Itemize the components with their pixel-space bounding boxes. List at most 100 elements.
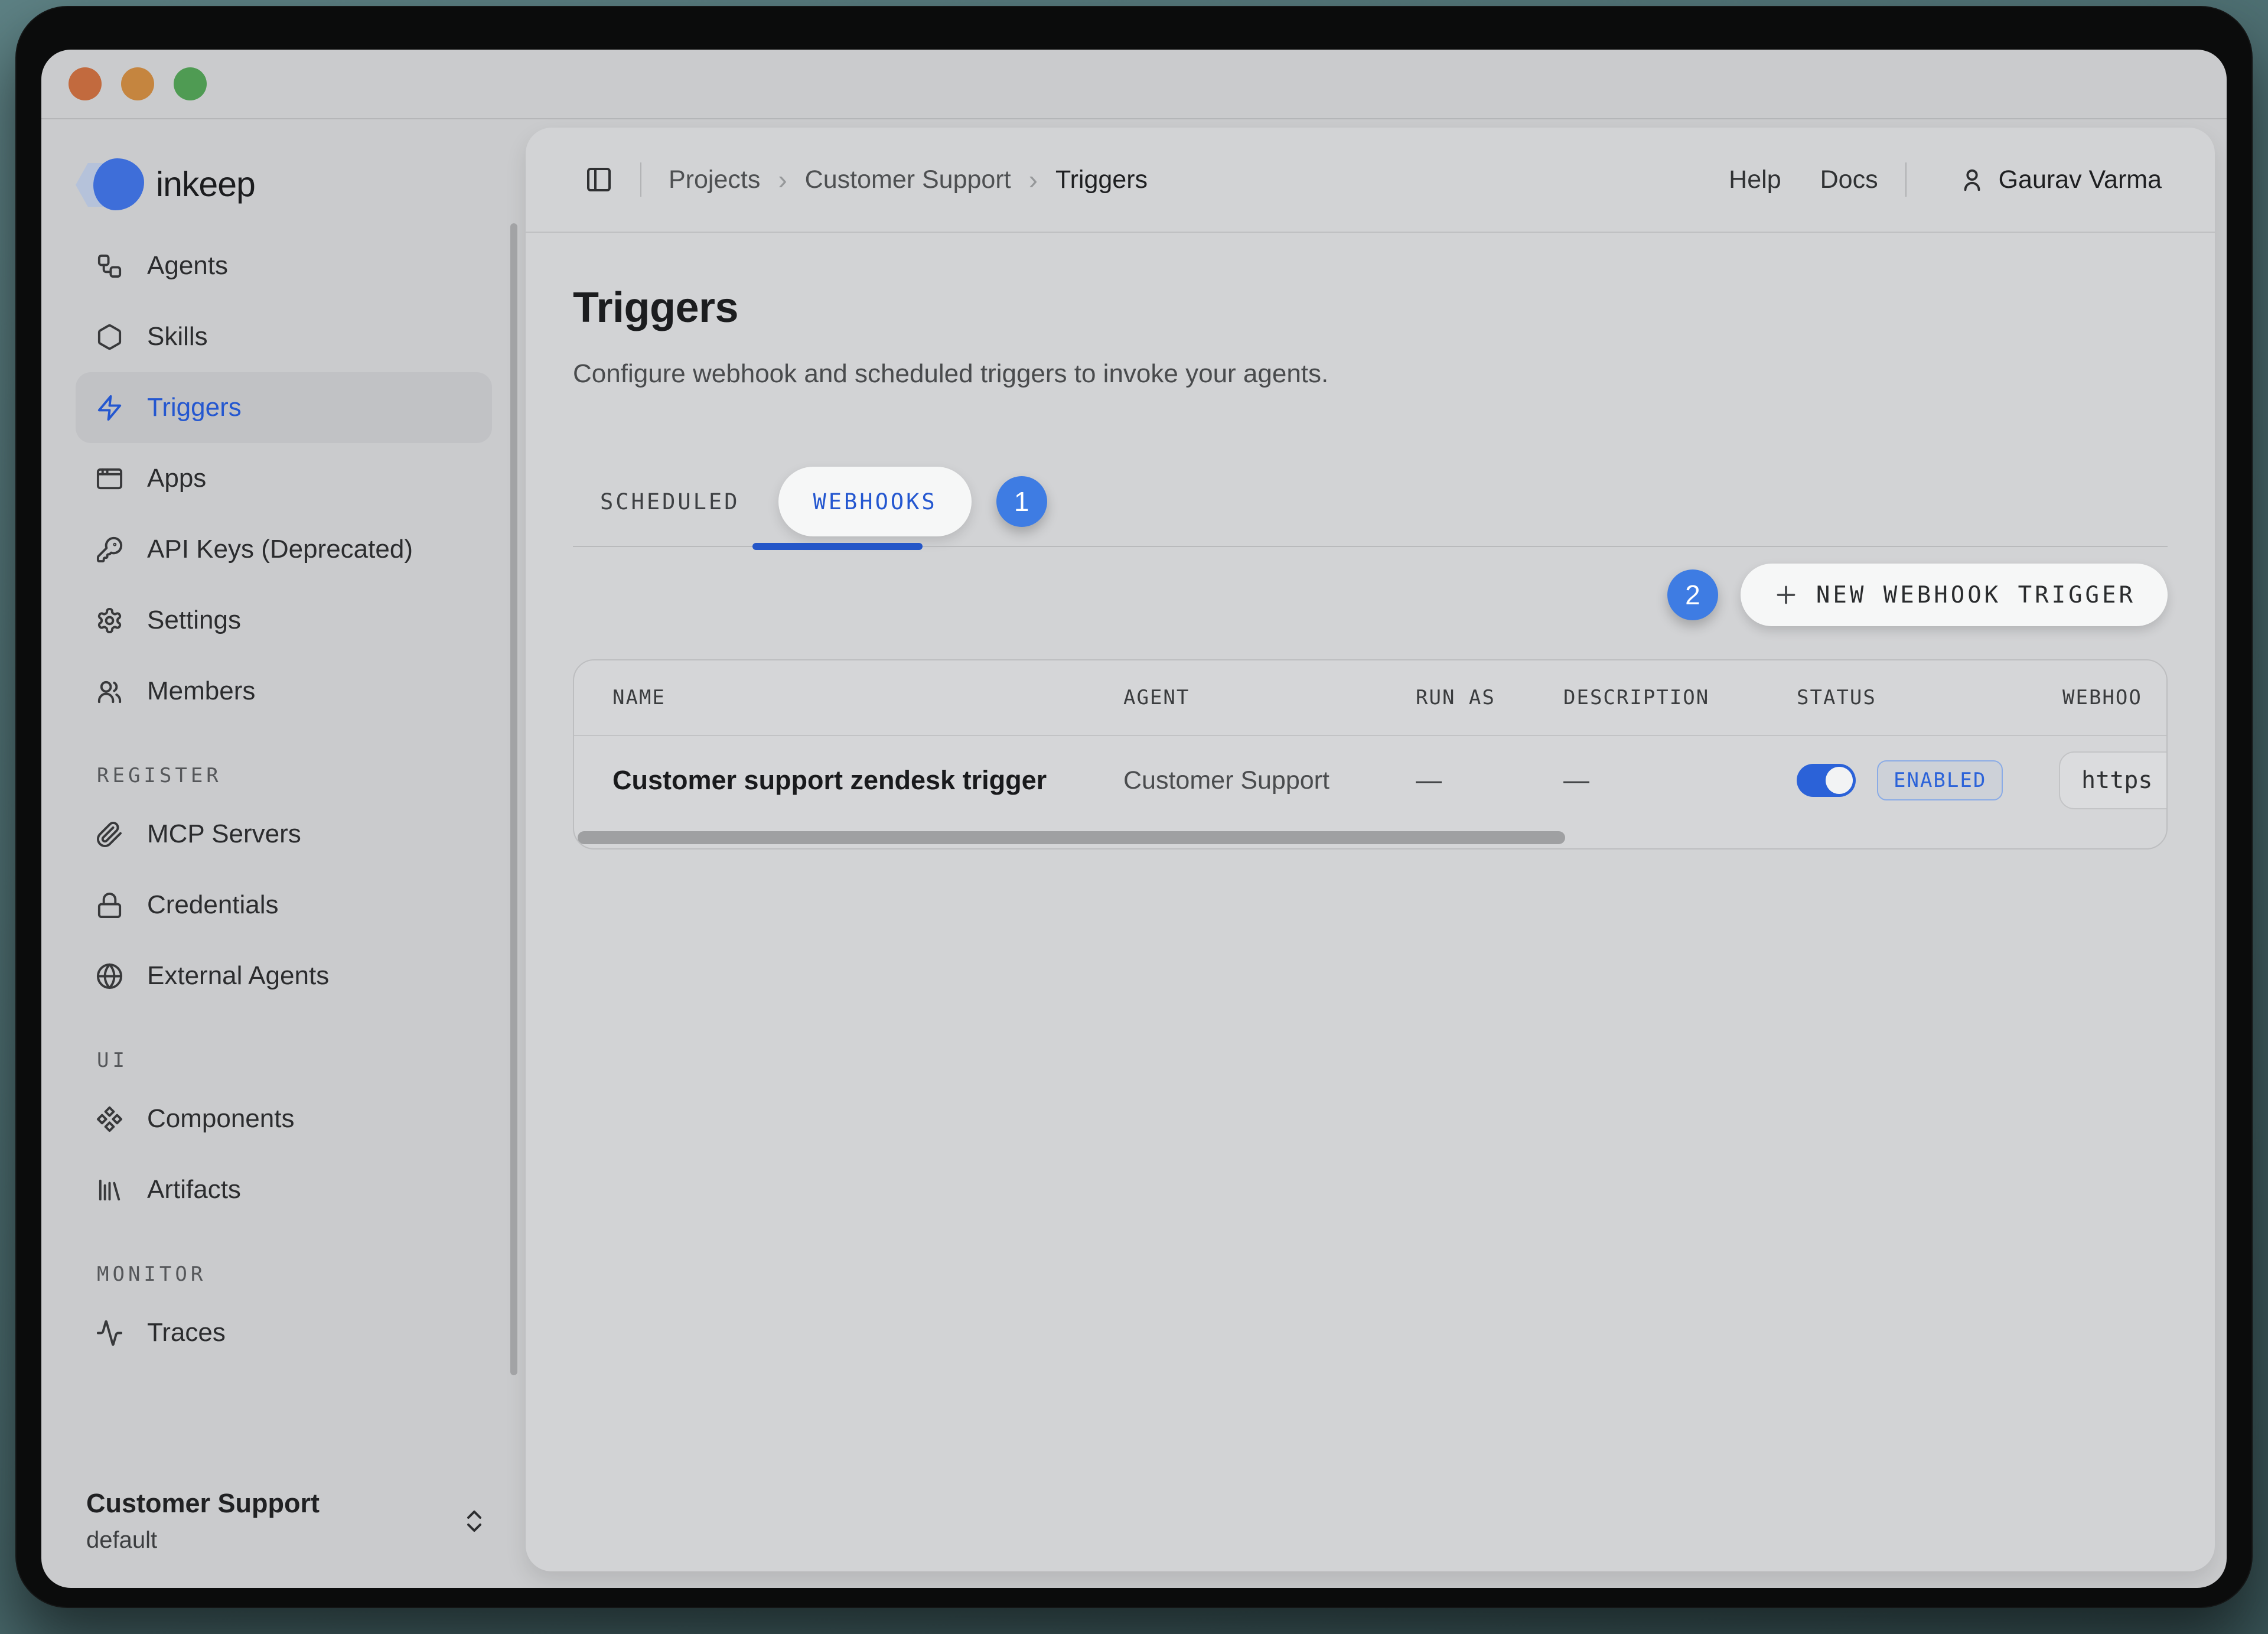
- user-name: Gaurav Varma: [1999, 165, 2162, 194]
- sidebar-item-label: Components: [147, 1104, 294, 1134]
- column-header-status: STATUS: [1797, 686, 2062, 709]
- trigger-run-as-cell: —: [1416, 766, 1563, 795]
- zoom-window-button[interactable]: [174, 67, 207, 100]
- sidebar-item-skills[interactable]: Skills: [76, 301, 492, 372]
- sidebar-item-mcp-servers[interactable]: MCP Servers: [76, 799, 492, 870]
- user-menu[interactable]: Gaurav Varma: [1959, 165, 2162, 194]
- main-panel: Projects › Customer Support › Triggers H…: [526, 128, 2215, 1571]
- library-icon: [96, 1176, 123, 1204]
- main-header: Projects › Customer Support › Triggers H…: [526, 128, 2215, 233]
- breadcrumb-projects[interactable]: Projects: [669, 165, 760, 194]
- sidebar-item-label: Triggers: [147, 393, 242, 422]
- docs-link[interactable]: Docs: [1820, 165, 1878, 194]
- gear-icon: [96, 607, 123, 634]
- user-icon: [1959, 166, 1986, 193]
- hexagon-icon: [96, 323, 123, 351]
- help-link[interactable]: Help: [1729, 165, 1781, 194]
- sidebar-item-label: API Keys (Deprecated): [147, 535, 413, 564]
- sidebar-item-components[interactable]: Components: [76, 1083, 492, 1154]
- sidebar-item-label: External Agents: [147, 961, 329, 991]
- project-name: Customer Support: [86, 1488, 460, 1519]
- sidebar-item-triggers[interactable]: Triggers: [76, 372, 492, 443]
- sidebar-section-monitor: MONITOR: [97, 1256, 492, 1293]
- sidebar-item-apps[interactable]: Apps: [76, 443, 492, 514]
- toggle-knob: [1826, 767, 1853, 794]
- screenshot-stage: inkeep Agents Skills Triggers: [0, 0, 2268, 1634]
- tabs-underline: [573, 546, 2168, 547]
- breadcrumb-separator: ›: [778, 164, 787, 196]
- component-icon: [96, 1105, 123, 1133]
- column-header-description: DESCRIPTION: [1563, 686, 1797, 709]
- status-toggle[interactable]: [1797, 764, 1856, 797]
- sidebar-nav: Agents Skills Triggers Apps: [76, 230, 492, 1368]
- tabs-row: SCHEDULED WEBHOOKS 1: [573, 466, 2168, 538]
- table-scrollbar-track: [574, 825, 2166, 848]
- sidebar-item-artifacts[interactable]: Artifacts: [76, 1154, 492, 1225]
- plus-icon: [1772, 581, 1800, 608]
- triggers-table: NAME AGENT RUN AS DESCRIPTION STATUS WEB…: [573, 659, 2168, 849]
- sidebar-item-label: Settings: [147, 606, 241, 635]
- annotation-step-1-badge: 1: [996, 476, 1047, 527]
- key-icon: [96, 536, 123, 564]
- column-header-name: NAME: [612, 686, 1123, 709]
- new-webhook-trigger-button[interactable]: NEW WEBHOOK TRIGGER: [1741, 564, 2168, 626]
- header-divider: [1905, 162, 1907, 197]
- project-switcher[interactable]: Customer Support default: [76, 1488, 492, 1588]
- table-scrollbar-thumb[interactable]: [578, 831, 1565, 844]
- minimize-window-button[interactable]: [121, 67, 154, 100]
- project-switcher-text: Customer Support default: [86, 1488, 460, 1554]
- zap-icon: [96, 394, 123, 422]
- paperclip-icon: [96, 821, 123, 848]
- logo-blob-shape: [93, 158, 144, 210]
- webhook-url-code[interactable]: https: [2059, 751, 2168, 809]
- app-window: inkeep Agents Skills Triggers: [41, 50, 2227, 1588]
- sidebar-item-label: MCP Servers: [147, 819, 301, 849]
- sidebar-item-label: Agents: [147, 251, 228, 281]
- breadcrumb-current: Triggers: [1055, 165, 1148, 194]
- sidebar: inkeep Agents Skills Triggers: [41, 119, 526, 1588]
- sidebar-section-ui: UI: [97, 1042, 492, 1079]
- app-window-icon: [96, 465, 123, 493]
- trigger-agent-cell: Customer Support: [1123, 766, 1416, 795]
- table-row[interactable]: Customer support zendesk trigger Custome…: [574, 736, 2166, 825]
- chevrons-up-down-icon: [460, 1507, 488, 1535]
- column-header-run-as: RUN AS: [1416, 686, 1563, 709]
- close-window-button[interactable]: [69, 67, 102, 100]
- sidebar-section-register: REGISTER: [97, 757, 492, 794]
- table-header-row: NAME AGENT RUN AS DESCRIPTION STATUS WEB…: [574, 660, 2166, 736]
- trigger-description-cell: —: [1563, 766, 1797, 795]
- sidebar-item-api-keys[interactable]: API Keys (Deprecated): [76, 514, 492, 585]
- sidebar-item-label: Members: [147, 676, 255, 706]
- sidebar-item-label: Skills: [147, 322, 208, 351]
- sidebar-item-agents[interactable]: Agents: [76, 230, 492, 301]
- page-content: Triggers Configure webhook and scheduled…: [526, 233, 2215, 1571]
- panel-left-icon: [585, 165, 613, 194]
- status-badge: ENABLED: [1877, 760, 2003, 800]
- lock-icon: [96, 891, 123, 919]
- active-tab-indicator: [752, 543, 923, 550]
- tab-scheduled[interactable]: SCHEDULED: [573, 489, 767, 515]
- breadcrumb-separator: ›: [1029, 164, 1038, 196]
- sidebar-item-settings[interactable]: Settings: [76, 585, 492, 656]
- sidebar-toggle-button[interactable]: [585, 165, 613, 194]
- sidebar-item-external-agents[interactable]: External Agents: [76, 940, 492, 1011]
- page-title: Triggers: [573, 284, 2168, 332]
- sidebar-item-label: Artifacts: [147, 1175, 241, 1205]
- sidebar-scrollbar[interactable]: [510, 223, 517, 1375]
- project-environment: default: [86, 1527, 460, 1554]
- new-webhook-trigger-label: NEW WEBHOOK TRIGGER: [1816, 582, 2136, 608]
- sidebar-item-credentials[interactable]: Credentials: [76, 870, 492, 940]
- column-header-webhook-url: WEBHOO: [2062, 686, 2166, 709]
- sidebar-item-members[interactable]: Members: [76, 656, 492, 727]
- column-header-agent: AGENT: [1123, 686, 1416, 709]
- globe-icon: [96, 962, 123, 990]
- breadcrumb-project[interactable]: Customer Support: [805, 165, 1011, 194]
- header-divider: [640, 162, 641, 197]
- trigger-webhook-url-cell: https: [2062, 736, 2166, 825]
- activity-icon: [96, 1319, 123, 1347]
- tab-webhooks[interactable]: WEBHOOKS: [778, 467, 971, 536]
- sidebar-item-label: Apps: [147, 464, 206, 493]
- sidebar-item-traces[interactable]: Traces: [76, 1297, 492, 1368]
- inkeep-logo-icon: [76, 157, 142, 211]
- page-description: Configure webhook and scheduled triggers…: [573, 359, 2168, 389]
